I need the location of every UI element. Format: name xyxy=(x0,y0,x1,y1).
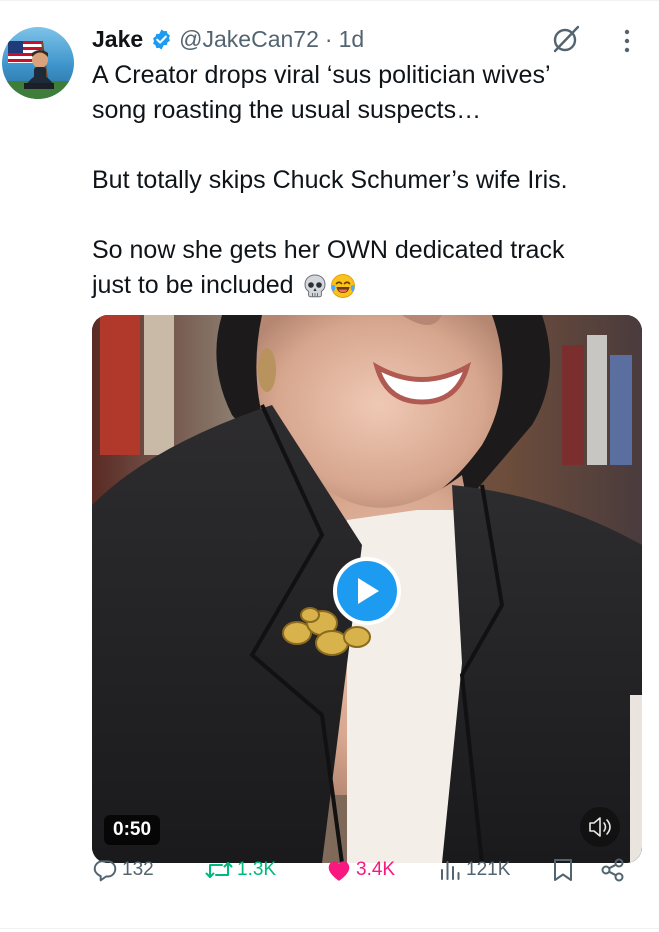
views-button[interactable]: 121K xyxy=(438,851,510,889)
view-count: 121K xyxy=(466,859,511,880)
verified-badge-icon xyxy=(153,28,171,50)
tweet-text-line: A Creator drops viral ‘sus politician wi… xyxy=(92,61,551,89)
reply-icon xyxy=(93,860,117,882)
author-name[interactable]: Jake xyxy=(92,26,143,53)
top-divider xyxy=(0,0,659,1)
meta-separator: · xyxy=(324,25,333,52)
tweet-text-gap xyxy=(92,198,642,233)
play-button[interactable] xyxy=(333,557,401,625)
avatar[interactable] xyxy=(2,27,74,99)
play-icon xyxy=(358,578,379,604)
avatar-image xyxy=(2,40,74,99)
tweet-text-last-line: just to be included xyxy=(92,268,642,303)
tweet-text-line: song roasting the usual suspects… xyxy=(92,96,482,124)
reply-button[interactable]: 132 xyxy=(92,851,154,889)
mute-button[interactable] xyxy=(580,807,620,847)
reply-count: 132 xyxy=(122,859,154,880)
repost-button[interactable]: 1.3K xyxy=(205,851,276,889)
bookmark-button[interactable] xyxy=(552,851,578,889)
repost-icon xyxy=(205,862,233,878)
tweet-text-line: So now she gets her OWN dedicated track xyxy=(92,236,565,264)
like-button[interactable]: 3.4K xyxy=(326,851,395,889)
tweet-text: A Creator drops viral ‘sus politician wi… xyxy=(92,58,642,303)
bottom-divider xyxy=(0,928,659,929)
share-button[interactable] xyxy=(600,851,630,889)
post-time[interactable]: 1d xyxy=(339,26,365,53)
grok-icon[interactable] xyxy=(550,23,582,55)
repost-count: 1.3K xyxy=(237,859,277,880)
laughing-crying-emoji xyxy=(330,274,355,299)
author-handle[interactable]: @JakeCan72 xyxy=(179,26,319,53)
video-duration: 0:50 xyxy=(104,815,161,845)
skull-emoji xyxy=(304,274,326,298)
volume-muted-icon xyxy=(589,817,611,837)
more-options-icon[interactable] xyxy=(619,26,635,56)
video-player[interactable]: 0:50 xyxy=(92,315,642,863)
tweet-text-line: But totally skips Chuck Schumer’s wife I… xyxy=(92,166,568,194)
like-count: 3.4K xyxy=(356,859,396,880)
bookmark-icon xyxy=(554,859,572,881)
like-icon xyxy=(328,861,350,881)
tweet-text-line: just to be included xyxy=(92,271,294,299)
action-bar: 132 1.3K 3.4K 121K xyxy=(92,851,642,889)
tweet-header: Jake @JakeCan72 · 1d xyxy=(92,20,364,58)
share-icon xyxy=(601,858,624,882)
views-icon xyxy=(441,861,460,880)
tweet-text-gap xyxy=(92,128,642,163)
